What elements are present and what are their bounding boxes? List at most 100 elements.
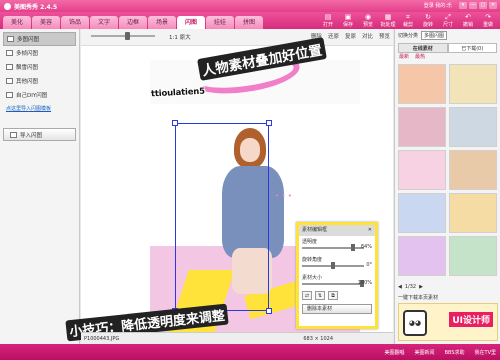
resize-icon: ⤢ xyxy=(445,13,451,21)
material-thumbnail[interactable] xyxy=(398,64,446,104)
category-select[interactable]: 多图闪图 xyxy=(421,30,448,40)
close-icon[interactable]: ✕ xyxy=(489,2,497,9)
redo-button[interactable]: ↷ 重做 xyxy=(480,13,496,28)
material-thumbnail[interactable] xyxy=(449,107,497,147)
footer-link[interactable]: BBS求助 xyxy=(445,349,465,356)
tab-meirong[interactable]: 美容 xyxy=(32,16,60,29)
opacity-slider[interactable] xyxy=(302,244,364,251)
material-thumbnail[interactable] xyxy=(398,236,446,276)
resize-handle[interactable] xyxy=(266,120,272,126)
material-thumbnail[interactable] xyxy=(398,193,446,233)
category-label: 切换分类 xyxy=(398,32,419,39)
folder-icon xyxy=(6,78,13,84)
zoom-slider[interactable] xyxy=(91,32,155,40)
resize-handle[interactable] xyxy=(172,120,178,126)
frames-icon xyxy=(6,50,13,56)
material-thumbnail[interactable] xyxy=(449,236,497,276)
crop-icon: ⌗ xyxy=(406,13,410,21)
left-item-snow[interactable]: 飘雪闪图 xyxy=(0,60,79,74)
preview-button[interactable]: ◉ 预览 xyxy=(360,13,376,28)
delete-material-button[interactable]: 删除本素材 xyxy=(302,304,372,314)
left-item-multi-frame[interactable]: 多帧闪图 xyxy=(0,46,79,60)
maximize-icon[interactable]: □ xyxy=(479,2,487,9)
footer-link[interactable]: 美图翻唱 xyxy=(385,349,405,356)
subtab-newest[interactable]: 最新 xyxy=(399,53,409,62)
footer-link[interactable]: 美图新闻 xyxy=(415,349,435,356)
open-button[interactable]: ▤ 打开 xyxy=(320,13,336,28)
preview-editor-button[interactable]: 预览 xyxy=(379,32,390,40)
subtab-hottest[interactable]: 最热 xyxy=(415,53,425,62)
material-selection-box[interactable] xyxy=(172,120,272,314)
user-status[interactable]: 登录 我的:乐 xyxy=(424,2,452,9)
material-thumbnail[interactable] xyxy=(449,150,497,190)
category-switcher: 切换分类 多图闪图 xyxy=(395,29,500,41)
size-slider[interactable] xyxy=(302,280,364,287)
rotation-slider[interactable] xyxy=(302,262,364,269)
tab-pintu[interactable]: 拼图 xyxy=(235,16,263,29)
main-tabs: 美化 美容 饰品 文字 边框 场景 闪图 娃娃 拼图 xyxy=(3,16,263,29)
material-thumbnail[interactable] xyxy=(449,193,497,233)
window-controls: ▾ — □ ✕ xyxy=(459,2,497,9)
left-item-diy[interactable]: 自己DIY闪图 xyxy=(0,88,79,102)
batch-button[interactable]: ▦ 批处理 xyxy=(380,13,396,28)
tab-wenzi[interactable]: 文字 xyxy=(90,16,118,29)
preview-icon: ◉ xyxy=(364,13,372,21)
tab-wawa[interactable]: 娃娃 xyxy=(206,16,234,29)
resize-button[interactable]: ⤢ 尺寸 xyxy=(440,13,456,28)
copy-icon[interactable]: ⧉ xyxy=(328,291,338,300)
download-page-link[interactable]: 一键下载本页素材 xyxy=(398,294,438,301)
footer-link[interactable]: 我在TV里 xyxy=(475,349,496,356)
material-thumbnail[interactable] xyxy=(449,64,497,104)
snow-icon xyxy=(6,64,13,70)
material-subtabs: 最新 最热 xyxy=(395,53,500,62)
menu-dropdown-icon[interactable]: ▾ xyxy=(459,2,467,9)
tab-downloaded[interactable]: 已下载(0) xyxy=(447,43,497,53)
rotation-row: 旋转角度 0° xyxy=(299,254,375,272)
opacity-value: 84% xyxy=(360,244,372,250)
opacity-slider-knob[interactable] xyxy=(350,244,355,251)
compare-button[interactable]: 对比 xyxy=(362,32,373,40)
rotate-button[interactable]: ↻ 旋转 xyxy=(420,13,436,28)
prev-page-icon[interactable]: ◀ xyxy=(398,284,402,290)
material-thumbnail[interactable] xyxy=(398,150,446,190)
material-edit-dialog: 素材编辑框 ✕ 透明度 84% 旋转角度 0° 素材大小 100% ⇄ ⇅ ⧉ … xyxy=(296,222,378,329)
size-row: 素材大小 100% xyxy=(299,272,375,290)
zoom-label[interactable]: 1:1 原大 xyxy=(169,33,191,41)
zoom-slider-knob[interactable] xyxy=(125,32,130,40)
main-toolbar: ▤ 打开 ▣ 保存 ◉ 预览 ▦ 批处理 ⌗ 裁剪 ↻ 旋转 ⤢ 尺寸 ↶ 撤销 ↷ 重做 xyxy=(320,13,496,28)
left-item-other[interactable]: 其他闪图 xyxy=(0,74,79,88)
undo-button[interactable]: ↶ 撤销 xyxy=(460,13,476,28)
resize-handle[interactable] xyxy=(266,308,272,314)
title-bar: 美图秀秀 2.4.5 登录 我的:乐 ▾ — □ ✕ xyxy=(0,0,500,12)
opacity-label: 透明度 xyxy=(302,239,318,245)
flip-horizontal-icon[interactable]: ⇄ xyxy=(302,291,312,300)
tab-biankuang[interactable]: 边框 xyxy=(119,16,147,29)
tab-shantu[interactable]: 闪图 xyxy=(177,16,205,29)
restore-button[interactable]: 还原 xyxy=(328,32,339,40)
tab-meihua[interactable]: 美化 xyxy=(3,16,31,29)
left-item-multi-image[interactable]: 多图闪图 xyxy=(3,32,76,46)
batch-icon: ▦ xyxy=(384,13,392,21)
import-template-link[interactable]: 点这里导入闪图模板 xyxy=(0,105,79,112)
tab-shipin[interactable]: 饰品 xyxy=(61,16,89,29)
ad-banner[interactable]: ◕◕ UI设计师 xyxy=(398,303,498,341)
minimize-icon[interactable]: — xyxy=(469,2,477,9)
crop-button[interactable]: ⌗ 裁剪 xyxy=(400,13,416,28)
next-page-icon[interactable]: ▶ xyxy=(419,284,423,290)
material-thumbnail[interactable] xyxy=(398,107,446,147)
tab-online-materials[interactable]: 在线素材 xyxy=(398,43,448,53)
app-title: 美图秀秀 2.4.5 xyxy=(14,3,58,11)
dialog-close-icon[interactable]: ✕ xyxy=(368,225,372,236)
tab-changjing[interactable]: 场景 xyxy=(148,16,176,29)
undo-icon: ↶ xyxy=(465,13,471,21)
editor-controls: 1:1 原大 删除 还原 复原 对比 预览 xyxy=(81,29,393,46)
rotation-value: 0° xyxy=(366,262,372,268)
save-button[interactable]: ▣ 保存 xyxy=(340,13,356,28)
footer-bar: 美图翻唱 美图新闻 BBS求助 我在TV里 xyxy=(0,344,500,360)
import-button[interactable]: 导入闪图 xyxy=(3,128,76,141)
reset-button[interactable]: 复原 xyxy=(345,32,356,40)
rotation-slider-knob[interactable] xyxy=(331,262,335,269)
flip-vertical-icon[interactable]: ⇅ xyxy=(315,291,325,300)
footer-links: 美图翻唱 美图新闻 BBS求助 我在TV里 xyxy=(385,349,496,356)
pager: ◀ 1/32 ▶ xyxy=(398,284,498,290)
